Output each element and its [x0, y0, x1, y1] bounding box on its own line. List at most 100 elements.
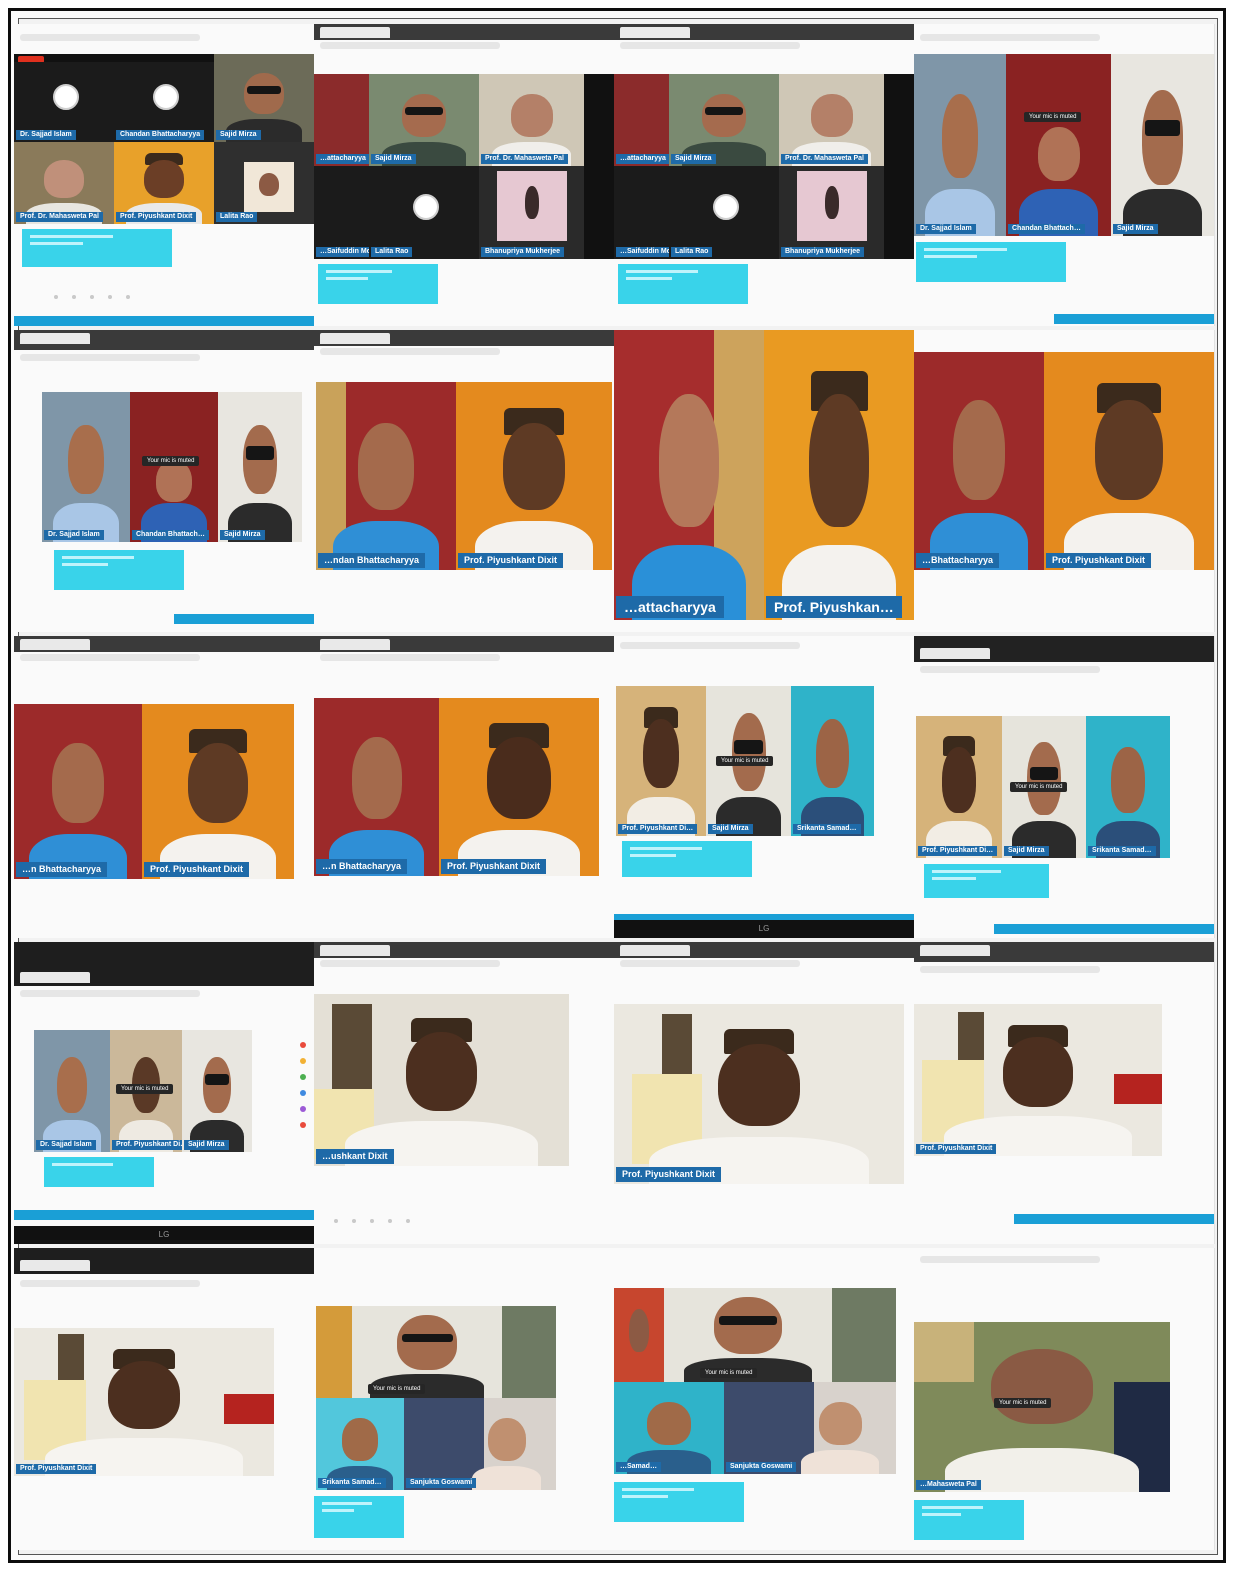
participant-name: Sajid Mirza [708, 824, 753, 834]
video-grid: …n Bhattacharyya Prof. Piyushkant Dixit [314, 698, 599, 876]
participant-tile: Dr. Sajjad Islam [14, 62, 114, 142]
participant-tile: Prof. Piyushkant Di… [916, 716, 1002, 858]
participant-name: Chandan Bhattach… [1008, 224, 1085, 234]
browser-tabbar [614, 942, 914, 958]
chat-banner [614, 1482, 744, 1522]
participant-name: …n Bhattacharyya [316, 859, 408, 874]
participant-tile: Your mic is muted Chandan Bhattach… [130, 392, 218, 542]
meeting-controls [54, 286, 144, 299]
chat-banner [622, 841, 752, 877]
screenshot-5-1: Prof. Piyushkant Dixit [14, 1248, 315, 1550]
participant-name: …Samad… [616, 1462, 661, 1472]
participant-name: Prof. Dr. Mahasweta Pal [781, 154, 868, 164]
participant-name: Sajid Mirza [184, 1140, 229, 1150]
participant-tile: Your mic is muted Sajid Mirza [1002, 716, 1086, 858]
avatar-icon [413, 193, 439, 220]
participant-tile: Prof. Piyushkant Dixit [1044, 352, 1214, 570]
participant-tile: …Bhattacharyya [914, 352, 1044, 570]
avatar-icon [153, 84, 179, 110]
participant-tile: Bhanupriya Mukherjee [779, 166, 884, 259]
mute-notice: Your mic is muted [116, 1084, 174, 1094]
monitor-bezel: LG [14, 1226, 314, 1244]
address-bar [20, 990, 200, 997]
participant-name: Dr. Sajjad Islam [36, 1140, 96, 1150]
participant-tile: …n Bhattacharyya [314, 698, 439, 876]
video-grid: Prof. Piyushkant Dixit [14, 1328, 274, 1476]
avatar-icon [53, 84, 79, 110]
taskbar [14, 1210, 314, 1220]
chat-banner [916, 242, 1066, 282]
screenshot-1-4: Dr. Sajjad Islam Your mic is muted Chand… [914, 24, 1215, 326]
participant-tile [832, 1288, 896, 1382]
browser-tabbar [314, 24, 614, 40]
participant-tile: Sajid Mirza [214, 54, 314, 142]
participant-tile: …Samad… [614, 1382, 724, 1474]
screenshot-1-3: …attacharyya Sajid Mirza Prof. Dr. Mahas… [614, 24, 915, 326]
chat-banner [314, 1496, 404, 1538]
chat-banner [924, 864, 1049, 898]
screenshot-2-4: …Bhattacharyya Prof. Piyushkant Dixit [914, 330, 1215, 632]
participant-tile: …Saifuddin Mollick [614, 166, 669, 259]
participant-tile: Lalita Rao [214, 142, 314, 224]
chat-banner [44, 1157, 154, 1187]
participant-name: Prof. Piyushkant Di… [918, 846, 998, 856]
browser-tabbar [14, 1248, 314, 1274]
taskbar [174, 614, 314, 624]
mute-notice: Your mic is muted [700, 1368, 758, 1378]
participant-name: Srikanta Samad… [793, 824, 861, 834]
participant-tile: Your mic is muted [664, 1288, 832, 1382]
chat-banner [318, 264, 438, 304]
address-bar [620, 960, 800, 967]
participant-name: Sanjukta Goswami [726, 1462, 797, 1472]
participant-name: …Saifuddin Mollick [316, 247, 369, 257]
address-bar [20, 34, 200, 41]
participant-tile: Dr. Sajjad Islam [914, 54, 1006, 236]
participant-tile [502, 1306, 556, 1398]
participant-name: …Mahasweta Pal [916, 1480, 981, 1490]
address-bar [620, 42, 800, 49]
address-bar [920, 966, 1100, 973]
participant-tile: Prof. Piyushkant Dixit [14, 1328, 274, 1476]
taskbar [994, 924, 1214, 934]
screenshot-4-1: Dr. Sajjad Islam Your mic is muted Prof.… [14, 942, 315, 1244]
browser-tabbar [914, 636, 1214, 662]
browser-tabbar [314, 636, 614, 652]
participant-name: …ndan Bhattacharyya [318, 553, 426, 568]
participant-name: …n Bhattacharyya [16, 862, 108, 877]
browser-tabbar [614, 24, 914, 40]
video-grid: …ndan Bhattacharyya Prof. Piyushkant Dix… [316, 382, 612, 570]
participant-name: Srikanta Samad… [318, 1478, 386, 1488]
participant-name: Prof. Piyushkan… [766, 596, 902, 618]
video-grid: …Bhattacharyya Prof. Piyushkant Dixit [914, 352, 1214, 570]
address-bar [620, 642, 800, 649]
address-bar [20, 354, 200, 361]
screenshot-2-3: …attacharyya Prof. Piyushkan… [614, 330, 915, 632]
participant-tile: Your mic is muted Prof. Piyushkant Di… [110, 1030, 182, 1152]
monitor-brand: LG [158, 1230, 170, 1239]
participant-name: Prof. Piyushkant Di… [112, 1140, 182, 1150]
participant-name: Prof. Piyushkant Dixit [458, 553, 564, 568]
taskbar [1054, 314, 1214, 324]
chat-banner [54, 550, 184, 590]
participant-name: Lalita Rao [671, 247, 713, 257]
address-bar [20, 654, 200, 661]
browser-tabbar [14, 942, 314, 986]
mute-notice: Your mic is muted [1010, 782, 1068, 792]
participant-tile: Your mic is muted [352, 1306, 502, 1398]
address-bar [320, 960, 500, 967]
participant-name: Prof. Piyushkant Di… [618, 824, 698, 834]
participant-name: Prof. Dr. Mahasweta Pal [481, 154, 568, 164]
address-bar [320, 348, 500, 355]
mute-notice: Your mic is muted [994, 1398, 1052, 1408]
taskbar [1014, 1214, 1214, 1224]
participant-tile: Prof. Piyushkant Dixit [914, 1004, 1162, 1156]
mute-notice: Your mic is muted [1024, 112, 1082, 122]
participant-tile: Prof. Dr. Mahasweta Pal [479, 74, 584, 166]
monitor-bezel: LG [614, 920, 914, 938]
screenshot-3-2: …n Bhattacharyya Prof. Piyushkant Dixit [314, 636, 615, 938]
video-grid: Dr. Sajjad Islam Your mic is muted Chand… [914, 54, 1214, 236]
participant-name: Sajid Mirza [220, 530, 265, 540]
screenshot-3-1: …n Bhattacharyya Prof. Piyushkant Dixit [14, 636, 315, 938]
mute-notice: Your mic is muted [368, 1384, 426, 1394]
chat-banner [914, 1500, 1024, 1540]
